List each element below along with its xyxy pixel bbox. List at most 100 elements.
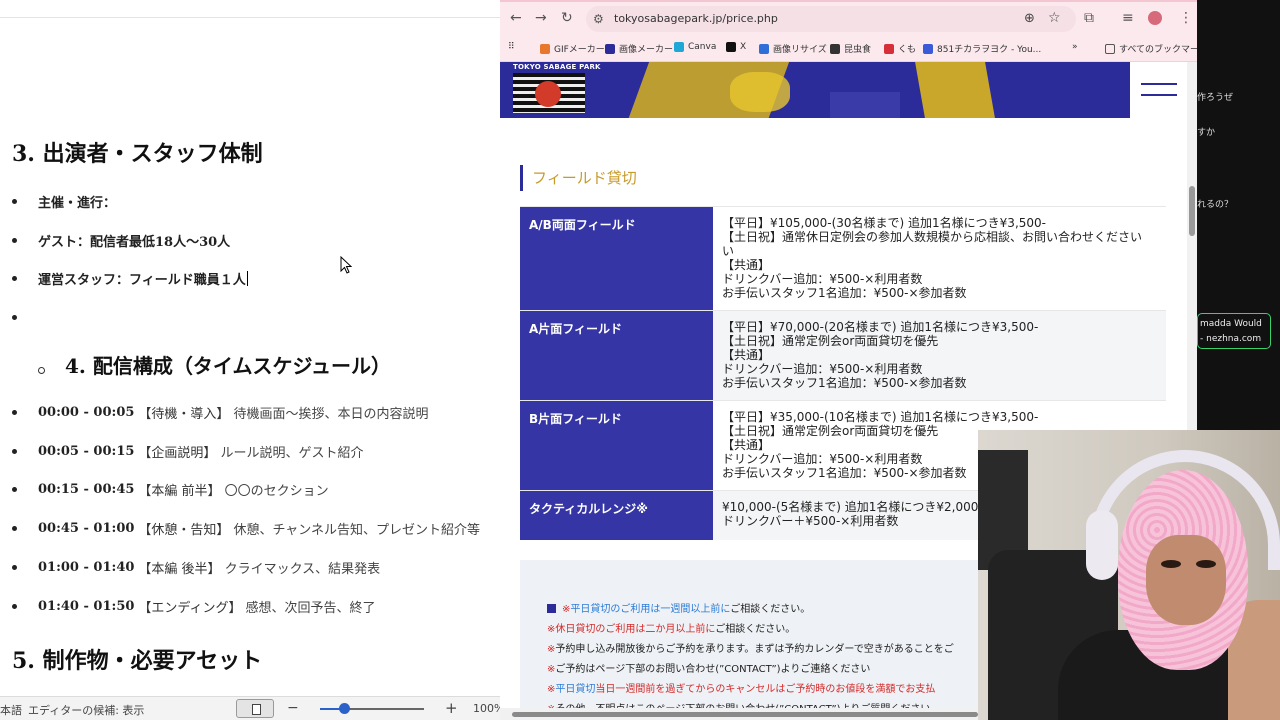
schedule-row[interactable]: 00:45 - 01:00 【休憩・告知】 休憩、チャンネル告知、プレゼント紹介… (12, 518, 480, 538)
schedule-time: 00:00 - 00:05 (38, 404, 135, 420)
mouse-cursor-icon (340, 256, 352, 274)
zoom-icon[interactable]: ⊕ (1024, 11, 1035, 26)
menu-line (1141, 83, 1177, 85)
zoom-level[interactable]: 100% (473, 702, 500, 715)
schedule-time: 01:00 - 01:40 (38, 559, 135, 575)
editor-suggestions-status[interactable]: エディターの候補: 表示 (28, 702, 144, 718)
bookmark-label: くも (898, 45, 917, 55)
price-row-detail: 【平日】¥105,000-(30名様まで) 追加1名様につき¥3,500- 【土… (722, 216, 1143, 300)
site-header-banner: TOKYO SABAGE PARK (500, 62, 1130, 118)
extensions-icon[interactable]: ⧉ (1084, 10, 1094, 26)
price-row-name: A片面フィールド (520, 311, 713, 400)
paint-splash (914, 62, 996, 118)
heading-schedule-text: 4. 配信構成（タイムスケジュール） (65, 354, 392, 378)
site-logo[interactable]: TOKYO SABAGE PARK (513, 63, 600, 115)
bullet-dot (12, 564, 17, 570)
bullet-ops-staff[interactable]: 運営スタッフ：フィールド職員１人 (12, 268, 248, 288)
editor-status-bar: 本語 エディターの候補: 表示 − + 100% (0, 696, 500, 720)
bullet-empty[interactable] (12, 307, 38, 327)
bookmark-youtube[interactable]: 851チカラヲヨク - You... (923, 42, 1041, 55)
bullet-guests[interactable]: ゲスト：配信者最低18人〜30人 (12, 230, 230, 250)
note-line: ※平日貸切のご利用は一週間以上前にご相談ください。 (547, 600, 810, 615)
note-line: ※平日貸切当日一週間前を過ぎてからのキャンセルはご予約時のお値段を満額でお支払 (547, 680, 935, 695)
schedule-row[interactable]: 00:15 - 00:45 【本編 前半】 〇〇のセクション (12, 479, 329, 499)
forward-icon[interactable]: → (535, 10, 547, 26)
bookmark-label: 昆虫食 (844, 45, 872, 55)
reload-icon[interactable]: ↻ (561, 10, 573, 26)
bookmark-image-resize[interactable]: 画像リサイズ (759, 42, 827, 55)
heading-staff: 3. 出演者・スタッフ体制 (12, 141, 263, 167)
bullet-dot (12, 486, 17, 492)
address-bar[interactable]: ⚙ tokyosabagepark.jp/price.php ⊕ ☆ (586, 6, 1076, 32)
back-icon[interactable]: ← (510, 10, 522, 26)
price-row-detail: 【平日】¥70,000-(20名様まで) 追加1名様につき¥3,500- 【土日… (713, 311, 1166, 400)
favicon-icon (674, 42, 684, 52)
bookmark-kumo[interactable]: くも (884, 42, 916, 55)
bookmark-insect-food[interactable]: 昆虫食 (830, 42, 871, 55)
zoom-in-button[interactable]: + (445, 699, 458, 717)
favicon-icon (830, 43, 840, 54)
bookmark-label: GIFメーカー (554, 45, 605, 55)
note-text: ご予約はページ下部のお問い合わせ(”CONTACT”)よりご連絡ください (555, 664, 871, 675)
schedule-row[interactable]: 01:00 - 01:40 【本編 後半】 クライマックス、結果発表 (12, 557, 380, 577)
schedule-time: 01:40 - 01:50 (38, 598, 135, 614)
schedule-desc: 休憩、チャンネル告知、プレゼント紹介等 (233, 522, 481, 538)
schedule-row[interactable]: 00:05 - 00:15 【企画説明】 ルール説明、ゲスト紹介 (12, 441, 363, 461)
bookmarks-overflow-button[interactable]: » (1072, 42, 1078, 52)
schedule-desc: クライマックス、結果発表 (224, 561, 381, 577)
bookmark-canva[interactable]: Canva (674, 42, 716, 52)
note-text: ご相談ください。 (715, 624, 796, 635)
bookmark-gif-maker[interactable]: GIFメーカー (540, 42, 605, 55)
scrollbar-thumb[interactable] (1189, 186, 1195, 236)
all-bookmarks-folder[interactable]: すべてのブックマーク (1105, 42, 1197, 55)
zoom-slider-thumb[interactable] (339, 703, 350, 714)
reading-list-icon[interactable]: ≡ (1122, 10, 1134, 26)
menu-kebab-icon[interactable]: ⋮ (1179, 10, 1193, 26)
bookmark-label: 851チカラヲヨク - You... (937, 45, 1042, 55)
favicon-icon (605, 43, 615, 54)
stream-chat-panel: 作ろうぜ すか れるの？ madda Would - nezhna.com (1197, 0, 1280, 430)
price-row-name: A/B両面フィールド (520, 207, 713, 310)
price-row-name: タクティカルレンジ※ (520, 491, 713, 540)
schedule-row[interactable]: 00:00 - 00:05 【待機・導入】 待機画面〜挨拶、本日の内容説明 (12, 402, 428, 422)
scrollbar-thumb[interactable] (512, 712, 978, 717)
browser-toolbar: ← → ↻ ⚙ tokyosabagepark.jp/price.php ⊕ ☆… (500, 0, 1197, 36)
zoom-slider[interactable] (320, 703, 424, 714)
schedule-desc: 待機画面〜挨拶、本日の内容説明 (233, 406, 429, 422)
schedule-row[interactable]: 01:40 - 01:50 【エンディング】 感想、次回予告、終了 (12, 596, 376, 616)
apps-icon[interactable]: ⠿ (508, 42, 515, 52)
profile-avatar[interactable] (1148, 11, 1162, 25)
menu-line (1141, 94, 1177, 96)
bookmark-star-icon[interactable]: ☆ (1048, 10, 1061, 26)
document-editor[interactable]: 3. 出演者・スタッフ体制 主催・進行： ゲスト：配信者最低18人〜30人 運営… (0, 0, 500, 720)
bullet-dot (12, 314, 17, 320)
folder-icon (1105, 43, 1115, 54)
bookmark-label: X (740, 42, 747, 52)
language-indicator[interactable]: 本語 (0, 702, 22, 718)
bullet-organizer[interactable]: 主催・進行： (12, 191, 116, 211)
chat-message: れるの？ (1197, 200, 1234, 210)
favicon-icon (540, 43, 550, 54)
site-info-icon[interactable]: ⚙ (593, 12, 604, 26)
heading-schedule: 4. 配信構成（タイムスケジュール） (38, 350, 391, 379)
bullet-dot (12, 448, 17, 454)
zoom-out-button[interactable]: − (287, 700, 299, 716)
bullet-dot (12, 237, 17, 243)
schedule-time: 00:15 - 00:45 (38, 481, 135, 497)
note-highlight: 平日貸切 (555, 684, 596, 695)
bullet-dot (12, 409, 17, 415)
bookmarks-bar: ⠿ GIFメーカー 画像メーカー Canva X 画像リサイズ 昆虫食 くも 8… (500, 36, 1197, 62)
section-title: フィールド貸切 (520, 165, 637, 191)
note-highlight: 平日貸切のご利用は一週間以上前に (570, 604, 731, 615)
editor-top-bar (0, 0, 500, 18)
bookmark-label: 画像リサイズ (773, 45, 827, 55)
bookmark-x[interactable]: X (726, 42, 746, 52)
bookmark-image-maker[interactable]: 画像メーカー (605, 42, 673, 55)
url-text[interactable]: tokyosabagepark.jp/price.php (614, 12, 778, 25)
bullet-dot (12, 198, 17, 204)
schedule-tag: 【本編 前半】 (138, 483, 221, 499)
page-view-button[interactable] (236, 699, 274, 718)
chat-message: 作ろうぜ (1197, 93, 1234, 103)
schedule-desc: ルール説明、ゲスト紹介 (220, 445, 364, 461)
note-line: ※休日貸切のご利用は二か月以上前にご相談ください。 (547, 620, 795, 635)
